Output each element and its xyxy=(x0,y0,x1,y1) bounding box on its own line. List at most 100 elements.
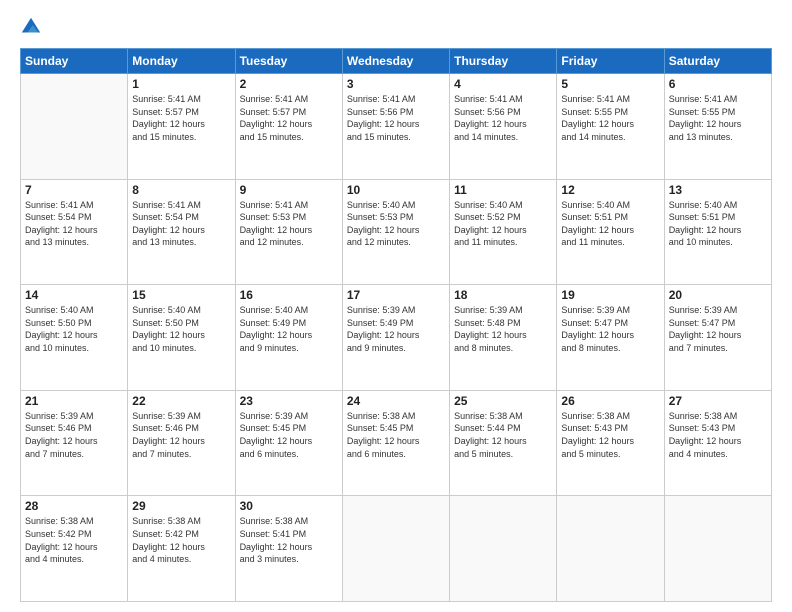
header-cell-saturday: Saturday xyxy=(664,49,771,74)
day-number: 27 xyxy=(669,394,767,408)
day-number: 7 xyxy=(25,183,123,197)
day-info: Sunrise: 5:41 AM Sunset: 5:55 PM Dayligh… xyxy=(669,93,767,143)
day-number: 26 xyxy=(561,394,659,408)
header xyxy=(20,16,772,38)
day-cell: 13 Sunrise: 5:40 AM Sunset: 5:51 PM Dayli… xyxy=(664,179,771,285)
day-info: Sunrise: 5:41 AM Sunset: 5:54 PM Dayligh… xyxy=(25,199,123,249)
day-info: Sunrise: 5:39 AM Sunset: 5:45 PM Dayligh… xyxy=(240,410,338,460)
day-number: 23 xyxy=(240,394,338,408)
day-cell: 28 Sunrise: 5:38 AM Sunset: 5:42 PM Dayli… xyxy=(21,496,128,602)
day-info: Sunrise: 5:41 AM Sunset: 5:56 PM Dayligh… xyxy=(454,93,552,143)
header-cell-monday: Monday xyxy=(128,49,235,74)
day-info: Sunrise: 5:38 AM Sunset: 5:43 PM Dayligh… xyxy=(669,410,767,460)
day-number: 10 xyxy=(347,183,445,197)
day-cell xyxy=(450,496,557,602)
day-cell: 6 Sunrise: 5:41 AM Sunset: 5:55 PM Daylig… xyxy=(664,74,771,180)
header-cell-wednesday: Wednesday xyxy=(342,49,449,74)
day-cell xyxy=(664,496,771,602)
day-info: Sunrise: 5:40 AM Sunset: 5:53 PM Dayligh… xyxy=(347,199,445,249)
day-number: 3 xyxy=(347,77,445,91)
day-info: Sunrise: 5:38 AM Sunset: 5:42 PM Dayligh… xyxy=(25,515,123,565)
page: SundayMondayTuesdayWednesdayThursdayFrid… xyxy=(0,0,792,612)
day-cell: 20 Sunrise: 5:39 AM Sunset: 5:47 PM Dayli… xyxy=(664,285,771,391)
week-row-1: 7 Sunrise: 5:41 AM Sunset: 5:54 PM Daylig… xyxy=(21,179,772,285)
day-cell: 14Sunrise: 5:40 AM Sunset: 5:50 PM Dayli… xyxy=(21,285,128,391)
day-cell: 11 Sunrise: 5:40 AM Sunset: 5:52 PM Dayli… xyxy=(450,179,557,285)
day-number: 28 xyxy=(25,499,123,513)
day-info: Sunrise: 5:41 AM Sunset: 5:54 PM Dayligh… xyxy=(132,199,230,249)
day-info: Sunrise: 5:38 AM Sunset: 5:42 PM Dayligh… xyxy=(132,515,230,565)
day-cell: 8 Sunrise: 5:41 AM Sunset: 5:54 PM Daylig… xyxy=(128,179,235,285)
day-cell: 30 Sunrise: 5:38 AM Sunset: 5:41 PM Dayli… xyxy=(235,496,342,602)
day-number: 9 xyxy=(240,183,338,197)
day-number: 11 xyxy=(454,183,552,197)
day-info: Sunrise: 5:39 AM Sunset: 5:47 PM Dayligh… xyxy=(561,304,659,354)
day-number: 30 xyxy=(240,499,338,513)
day-cell: 16 Sunrise: 5:40 AM Sunset: 5:49 PM Dayli… xyxy=(235,285,342,391)
calendar-header: SundayMondayTuesdayWednesdayThursdayFrid… xyxy=(21,49,772,74)
day-info: Sunrise: 5:40 AM Sunset: 5:51 PM Dayligh… xyxy=(561,199,659,249)
day-cell: 3 Sunrise: 5:41 AM Sunset: 5:56 PM Daylig… xyxy=(342,74,449,180)
day-number: 20 xyxy=(669,288,767,302)
week-row-0: 1Sunrise: 5:41 AM Sunset: 5:57 PM Daylig… xyxy=(21,74,772,180)
day-number: 16 xyxy=(240,288,338,302)
calendar-body: 1Sunrise: 5:41 AM Sunset: 5:57 PM Daylig… xyxy=(21,74,772,602)
day-info: Sunrise: 5:41 AM Sunset: 5:56 PM Dayligh… xyxy=(347,93,445,143)
day-cell: 21 Sunrise: 5:39 AM Sunset: 5:46 PM Dayli… xyxy=(21,390,128,496)
week-row-3: 21 Sunrise: 5:39 AM Sunset: 5:46 PM Dayli… xyxy=(21,390,772,496)
day-cell: 4Sunrise: 5:41 AM Sunset: 5:56 PM Daylig… xyxy=(450,74,557,180)
day-number: 2 xyxy=(240,77,338,91)
day-info: Sunrise: 5:38 AM Sunset: 5:45 PM Dayligh… xyxy=(347,410,445,460)
day-number: 15 xyxy=(132,288,230,302)
day-number: 8 xyxy=(132,183,230,197)
header-row: SundayMondayTuesdayWednesdayThursdayFrid… xyxy=(21,49,772,74)
header-cell-friday: Friday xyxy=(557,49,664,74)
day-info: Sunrise: 5:39 AM Sunset: 5:48 PM Dayligh… xyxy=(454,304,552,354)
day-number: 6 xyxy=(669,77,767,91)
day-cell: 2Sunrise: 5:41 AM Sunset: 5:57 PM Daylig… xyxy=(235,74,342,180)
day-cell: 5 Sunrise: 5:41 AM Sunset: 5:55 PM Daylig… xyxy=(557,74,664,180)
day-info: Sunrise: 5:39 AM Sunset: 5:46 PM Dayligh… xyxy=(25,410,123,460)
day-number: 18 xyxy=(454,288,552,302)
week-row-4: 28 Sunrise: 5:38 AM Sunset: 5:42 PM Dayli… xyxy=(21,496,772,602)
day-info: Sunrise: 5:40 AM Sunset: 5:49 PM Dayligh… xyxy=(240,304,338,354)
day-cell: 26Sunrise: 5:38 AM Sunset: 5:43 PM Dayli… xyxy=(557,390,664,496)
day-cell xyxy=(21,74,128,180)
day-number: 1 xyxy=(132,77,230,91)
calendar: SundayMondayTuesdayWednesdayThursdayFrid… xyxy=(20,48,772,602)
day-number: 25 xyxy=(454,394,552,408)
day-info: Sunrise: 5:40 AM Sunset: 5:50 PM Dayligh… xyxy=(132,304,230,354)
day-cell: 25Sunrise: 5:38 AM Sunset: 5:44 PM Dayli… xyxy=(450,390,557,496)
day-number: 14 xyxy=(25,288,123,302)
header-cell-thursday: Thursday xyxy=(450,49,557,74)
day-info: Sunrise: 5:41 AM Sunset: 5:53 PM Dayligh… xyxy=(240,199,338,249)
day-number: 21 xyxy=(25,394,123,408)
day-info: Sunrise: 5:41 AM Sunset: 5:55 PM Dayligh… xyxy=(561,93,659,143)
day-info: Sunrise: 5:39 AM Sunset: 5:47 PM Dayligh… xyxy=(669,304,767,354)
day-cell xyxy=(557,496,664,602)
day-cell: 15 Sunrise: 5:40 AM Sunset: 5:50 PM Dayli… xyxy=(128,285,235,391)
day-cell: 27 Sunrise: 5:38 AM Sunset: 5:43 PM Dayli… xyxy=(664,390,771,496)
day-info: Sunrise: 5:39 AM Sunset: 5:49 PM Dayligh… xyxy=(347,304,445,354)
day-info: Sunrise: 5:40 AM Sunset: 5:52 PM Dayligh… xyxy=(454,199,552,249)
logo-icon xyxy=(20,16,42,38)
day-info: Sunrise: 5:40 AM Sunset: 5:51 PM Dayligh… xyxy=(669,199,767,249)
day-cell: 12 Sunrise: 5:40 AM Sunset: 5:51 PM Dayli… xyxy=(557,179,664,285)
day-cell: 19 Sunrise: 5:39 AM Sunset: 5:47 PM Dayli… xyxy=(557,285,664,391)
day-cell: 9 Sunrise: 5:41 AM Sunset: 5:53 PM Daylig… xyxy=(235,179,342,285)
day-info: Sunrise: 5:39 AM Sunset: 5:46 PM Dayligh… xyxy=(132,410,230,460)
day-number: 17 xyxy=(347,288,445,302)
day-cell: 10 Sunrise: 5:40 AM Sunset: 5:53 PM Dayli… xyxy=(342,179,449,285)
logo xyxy=(20,16,46,38)
day-number: 22 xyxy=(132,394,230,408)
day-cell: 22 Sunrise: 5:39 AM Sunset: 5:46 PM Dayli… xyxy=(128,390,235,496)
day-cell: 24Sunrise: 5:38 AM Sunset: 5:45 PM Dayli… xyxy=(342,390,449,496)
day-cell: 17 Sunrise: 5:39 AM Sunset: 5:49 PM Dayli… xyxy=(342,285,449,391)
day-number: 13 xyxy=(669,183,767,197)
day-number: 5 xyxy=(561,77,659,91)
day-cell: 29Sunrise: 5:38 AM Sunset: 5:42 PM Dayli… xyxy=(128,496,235,602)
week-row-2: 14 Sunrise: 5:40 AM Sunset: 5:50 PM Dayli… xyxy=(21,285,772,391)
day-number: 19 xyxy=(561,288,659,302)
day-number: 12 xyxy=(561,183,659,197)
day-info: Sunrise: 5:38 AM Sunset: 5:41 PM Dayligh… xyxy=(240,515,338,565)
